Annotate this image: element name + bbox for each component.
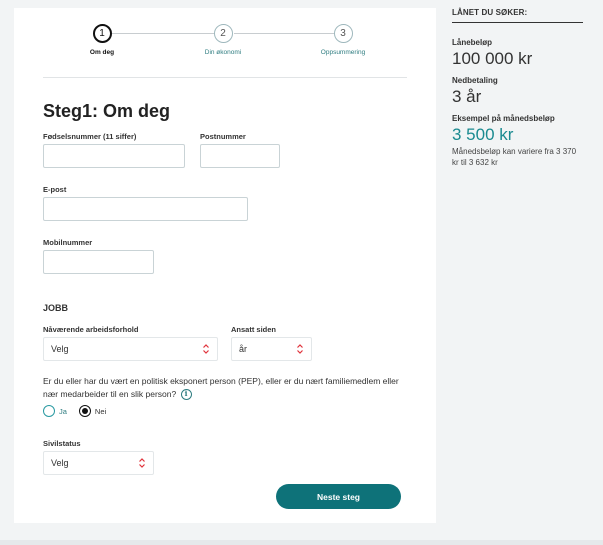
step-label: Om deg: [89, 49, 115, 56]
progress-stepper: 1 Om deg 2 Din økonomi 3 Oppsummering: [14, 24, 436, 74]
monthly-amount-note: Månedsbeløp kan variere fra 3 370 kr til…: [452, 147, 577, 167]
mobilnummer-input[interactable]: [43, 250, 154, 274]
chevron-up-down-icon: [203, 344, 209, 354]
pep-radio-nei[interactable]: Nei: [78, 405, 107, 417]
repayment-label: Nedbetaling: [452, 76, 498, 85]
step-oppsummering[interactable]: 3 Oppsummering: [303, 24, 383, 56]
bottom-edge: [0, 540, 603, 545]
step-om-deg[interactable]: 1 Om deg: [62, 24, 142, 56]
radio-button[interactable]: [78, 405, 91, 417]
summary-heading: LÅNET DU SØKER:: [452, 8, 583, 23]
chevron-up-down-icon: [297, 344, 303, 354]
pep-question-text: Er du eller har du vært en politisk eksp…: [43, 376, 399, 399]
select-value: Velg: [51, 344, 69, 354]
postnummer-input[interactable]: [200, 144, 280, 168]
loan-amount-value: 100 000 kr: [452, 49, 533, 68]
epost-input[interactable]: [43, 197, 248, 221]
application-form-card: 1 Om deg 2 Din økonomi 3 Oppsummering St…: [14, 8, 436, 523]
job-section-title: JOBB: [43, 303, 69, 313]
step-label: Din økonomi: [204, 49, 242, 56]
step-number-circle: 3: [333, 24, 353, 43]
radio-label: Ja: [59, 406, 67, 416]
page-title: Steg1: Om deg: [43, 101, 171, 121]
fodselsnummer-input[interactable]: [43, 144, 185, 168]
select-value: Velg: [51, 458, 69, 468]
ansatt-siden-label: Ansatt siden: [231, 325, 277, 334]
monthly-amount-label: Eksempel på månedsbeløp: [452, 114, 555, 123]
monthly-amount-value: 3 500 kr: [452, 125, 514, 144]
pep-radio-ja[interactable]: Ja: [43, 405, 67, 417]
chevron-up-down-icon: [139, 458, 145, 468]
sivilstatus-label: Sivilstatus: [43, 439, 81, 448]
loan-summary-panel: LÅNET DU SØKER: Lånebeløp 100 000 kr Ned…: [452, 8, 583, 168]
ansatt-siden-select[interactable]: år: [231, 337, 312, 361]
arbeidsforhold-label: Nåværende arbeidsforhold: [43, 325, 139, 334]
radio-label: Nei: [94, 406, 107, 416]
page: 1 Om deg 2 Din økonomi 3 Oppsummering St…: [0, 0, 603, 545]
step-din-okonomi[interactable]: 2 Din økonomi: [183, 24, 263, 56]
arbeidsforhold-select[interactable]: Velg: [43, 337, 218, 361]
step-number-circle: 2: [213, 24, 233, 43]
pep-radio-group: Ja Nei: [43, 405, 118, 417]
postnummer-label: Postnummer: [200, 132, 246, 141]
header-divider: [43, 77, 407, 78]
next-step-button[interactable]: Neste steg: [276, 484, 401, 509]
step-number-circle: 1: [92, 24, 112, 43]
sivilstatus-select[interactable]: Velg: [43, 451, 154, 475]
epost-label: E-post: [43, 185, 67, 194]
pep-question: Er du eller har du vært en politisk eksp…: [43, 375, 413, 400]
info-icon[interactable]: i: [180, 388, 192, 400]
radio-button[interactable]: [43, 405, 55, 417]
loan-amount-label: Lånebeløp: [452, 38, 493, 47]
fodselsnummer-label: Fødselsnummer (11 siffer): [43, 132, 137, 141]
mobilnummer-label: Mobilnummer: [43, 238, 93, 247]
step-label: Oppsummering: [320, 49, 366, 56]
select-value: år: [239, 344, 248, 354]
repayment-value: 3 år: [452, 87, 482, 106]
